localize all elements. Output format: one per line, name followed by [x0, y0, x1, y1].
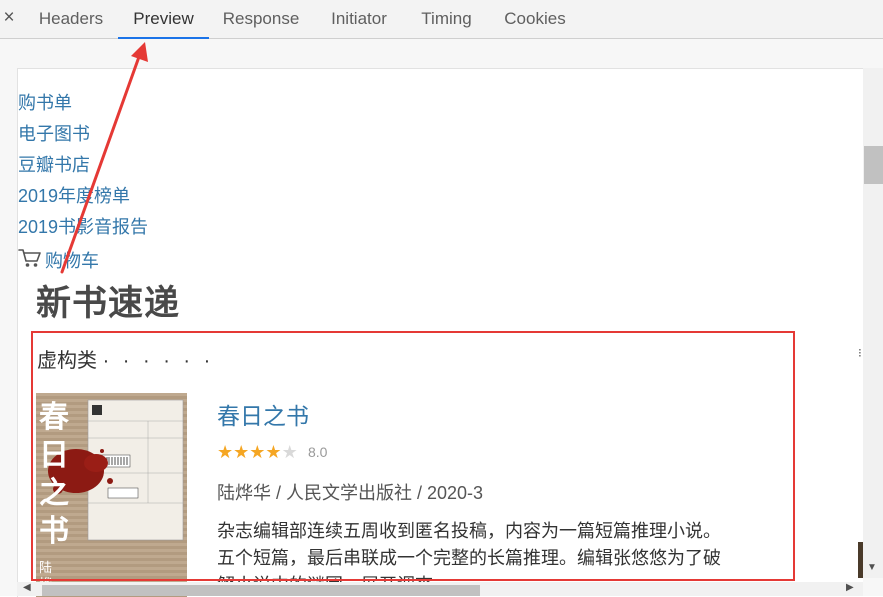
tab-initiator[interactable]: Initiator	[314, 0, 404, 38]
shopping-cart-icon	[18, 249, 41, 267]
tab-preview[interactable]: Preview	[118, 0, 209, 39]
scroll-down-arrow-icon[interactable]: ▼	[867, 562, 877, 573]
book-meta: 陆烨华 / 人民文学出版社 / 2020-3	[217, 483, 484, 503]
section-title-text: 虚构类	[37, 350, 97, 372]
cover-char: 之	[39, 476, 69, 511]
nav-link-annual-report[interactable]: 2019书影音报告	[18, 213, 148, 239]
nav-link-annual-list[interactable]: 2019年度榜单	[18, 182, 130, 208]
cover-char: 书	[39, 514, 69, 549]
devtools-tab-bar: × Headers Preview Response Initiator Tim…	[0, 0, 883, 39]
star-filled-icon: ★	[249, 442, 266, 462]
rating-value: 8.0	[308, 444, 328, 460]
nav-link-douban-bookstore[interactable]: 豆瓣书店	[18, 151, 90, 177]
vertical-scrollbar[interactable]	[863, 68, 883, 578]
cover-title: 春 日 之 书	[39, 399, 73, 551]
preview-frame: 购书单 电子图书 豆瓣书店 2019年度榜单 2019书影音报告 购物车 新书速…	[17, 68, 863, 597]
star-rating: ★★★★★	[217, 443, 298, 461]
cover-char: 日	[39, 438, 69, 473]
scroll-left-arrow-icon[interactable]: ◀	[23, 582, 31, 593]
section-title: 虚构类 · · · · · ·	[37, 344, 214, 373]
tab-cookies[interactable]: Cookies	[490, 0, 580, 38]
tab-response[interactable]: Response	[209, 0, 313, 38]
nav-link-book-list[interactable]: 购书单	[18, 89, 72, 115]
book-cover[interactable]: 春 日 之 书 陆烨	[36, 393, 187, 597]
star-filled-icon: ★	[233, 442, 250, 462]
section-title-dots: · · · · · ·	[102, 350, 215, 372]
scroll-right-arrow-icon[interactable]: ▶	[846, 582, 854, 593]
horizontal-scrollbar-thumb[interactable]	[42, 585, 480, 596]
nav-link-cart[interactable]: 购物车	[45, 247, 99, 273]
book-title-link[interactable]: 春日之书	[217, 397, 309, 431]
star-filled-icon: ★	[217, 442, 234, 462]
nav-link-ebooks[interactable]: 电子图书	[18, 120, 90, 146]
tab-headers[interactable]: Headers	[26, 0, 116, 38]
tab-timing[interactable]: Timing	[405, 0, 488, 38]
page-heading: 新书速递	[36, 284, 181, 323]
side-dots: ⁝	[858, 346, 862, 360]
cover-char: 春	[39, 400, 69, 435]
vertical-scrollbar-thumb[interactable]	[864, 146, 883, 184]
close-icon[interactable]: ×	[1, 6, 17, 30]
star-filled-icon: ★	[265, 442, 282, 462]
star-empty-icon: ★	[281, 442, 298, 462]
